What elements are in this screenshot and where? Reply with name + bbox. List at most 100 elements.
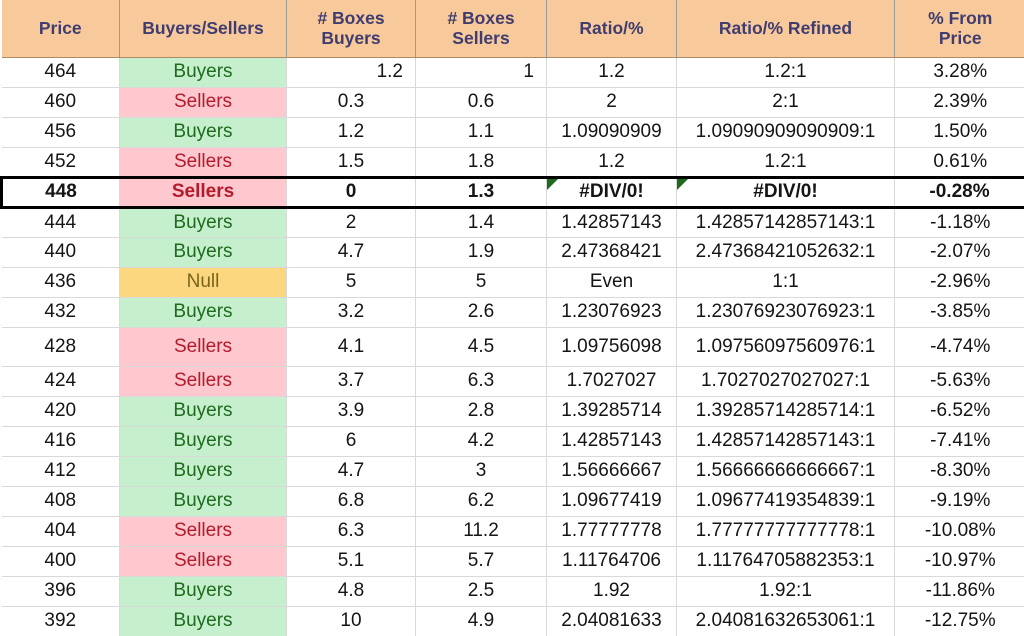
cell-pct-from-price[interactable]: -2.07% (895, 237, 1024, 267)
table-row[interactable]: 436Null55Even1:1-2.96% (2, 267, 1024, 297)
cell-price[interactable]: 456 (2, 117, 120, 147)
cell-ratio-pct-refined[interactable]: 2.47368421052632:1 (677, 237, 895, 267)
cell-ratio-pct[interactable]: 1.39285714 (547, 396, 677, 426)
cell-pct-from-price[interactable]: 1.50% (895, 117, 1024, 147)
cell-ratio-pct[interactable]: 1.09090909 (547, 117, 677, 147)
cell-ratio-pct-refined[interactable]: 2:1 (677, 87, 895, 117)
cell-boxes-buyers[interactable]: 6.8 (287, 486, 416, 516)
cell-pct-from-price[interactable]: -4.74% (895, 327, 1024, 366)
table-row[interactable]: 424Sellers3.76.31.70270271.7027027027027… (2, 366, 1024, 396)
cell-pct-from-price[interactable]: -6.52% (895, 396, 1024, 426)
cell-boxes-sellers[interactable]: 1 (416, 57, 547, 87)
cell-ratio-pct[interactable]: 1.09677419 (547, 486, 677, 516)
cell-boxes-sellers[interactable]: 6.3 (416, 366, 547, 396)
cell-price[interactable]: 420 (2, 396, 120, 426)
cell-ratio-pct-refined[interactable]: 1.2:1 (677, 57, 895, 87)
cell-boxes-buyers[interactable]: 4.8 (287, 576, 416, 606)
cell-price[interactable]: 432 (2, 297, 120, 327)
col-header-boxes-buyers[interactable]: # Boxes Buyers (287, 0, 416, 57)
cell-boxes-buyers[interactable]: 1.2 (287, 57, 416, 87)
cell-price[interactable]: 396 (2, 576, 120, 606)
cell-ratio-pct[interactable]: 1.7027027 (547, 366, 677, 396)
cell-pct-from-price[interactable]: -10.97% (895, 546, 1024, 576)
table-row[interactable]: 444Buyers21.41.428571431.42857142857143:… (2, 207, 1024, 237)
cell-price[interactable]: 400 (2, 546, 120, 576)
cell-price[interactable]: 460 (2, 87, 120, 117)
cell-boxes-buyers[interactable]: 4.7 (287, 456, 416, 486)
cell-pct-from-price[interactable]: -8.30% (895, 456, 1024, 486)
cell-ratio-pct-refined[interactable]: 1.09756097560976:1 (677, 327, 895, 366)
cell-ratio-pct[interactable]: 1.92 (547, 576, 677, 606)
cell-ratio-pct[interactable]: 1.2 (547, 147, 677, 177)
cell-ratio-pct-refined[interactable]: 1.7027027027027:1 (677, 366, 895, 396)
table-row[interactable]: 392Buyers104.92.040816332.04081632653061… (2, 606, 1024, 636)
cell-price[interactable]: 392 (2, 606, 120, 636)
cell-buyers-sellers[interactable]: Sellers (120, 87, 287, 117)
cell-boxes-sellers[interactable]: 1.4 (416, 207, 547, 237)
cell-ratio-pct-refined[interactable]: 1.23076923076923:1 (677, 297, 895, 327)
cell-buyers-sellers[interactable]: Sellers (120, 546, 287, 576)
cell-pct-from-price[interactable]: 0.61% (895, 147, 1024, 177)
table-row[interactable]: 428Sellers4.14.51.097560981.097560975609… (2, 327, 1024, 366)
cell-boxes-buyers[interactable]: 0 (287, 177, 416, 207)
cell-boxes-sellers[interactable]: 6.2 (416, 486, 547, 516)
cell-boxes-sellers[interactable]: 2.5 (416, 576, 547, 606)
cell-ratio-pct[interactable]: 1.09756098 (547, 327, 677, 366)
cell-buyers-sellers[interactable]: Buyers (120, 237, 287, 267)
col-header-buyers-sellers[interactable]: Buyers/Sellers (120, 0, 287, 57)
cell-ratio-pct[interactable]: 1.11764706 (547, 546, 677, 576)
cell-ratio-pct[interactable]: 1.42857143 (547, 426, 677, 456)
cell-ratio-pct-refined[interactable]: 1.92:1 (677, 576, 895, 606)
cell-price[interactable]: 416 (2, 426, 120, 456)
cell-ratio-pct-refined[interactable]: 1.42857142857143:1 (677, 426, 895, 456)
table-row[interactable]: 432Buyers3.22.61.230769231.2307692307692… (2, 297, 1024, 327)
cell-pct-from-price[interactable]: -2.96% (895, 267, 1024, 297)
cell-buyers-sellers[interactable]: Buyers (120, 117, 287, 147)
table-row[interactable]: 440Buyers4.71.92.473684212.4736842105263… (2, 237, 1024, 267)
cell-boxes-sellers[interactable]: 2.8 (416, 396, 547, 426)
cell-ratio-pct[interactable]: 2 (547, 87, 677, 117)
cell-boxes-sellers[interactable]: 1.8 (416, 147, 547, 177)
cell-ratio-pct[interactable]: 1.77777778 (547, 516, 677, 546)
cell-boxes-buyers[interactable]: 4.1 (287, 327, 416, 366)
cell-price[interactable]: 452 (2, 147, 120, 177)
cell-ratio-pct-refined[interactable]: 1.2:1 (677, 147, 895, 177)
cell-pct-from-price[interactable]: -12.75% (895, 606, 1024, 636)
cell-boxes-sellers[interactable]: 5.7 (416, 546, 547, 576)
table-row[interactable]: 400Sellers5.15.71.117647061.117647058823… (2, 546, 1024, 576)
cell-boxes-sellers[interactable]: 4.9 (416, 606, 547, 636)
cell-ratio-pct[interactable]: 1.42857143 (547, 207, 677, 237)
col-header-ratio-pct-refined[interactable]: Ratio/% Refined (677, 0, 895, 57)
cell-ratio-pct[interactable]: 2.04081633 (547, 606, 677, 636)
table-row[interactable]: 420Buyers3.92.81.392857141.3928571428571… (2, 396, 1024, 426)
table-row[interactable]: 456Buyers1.21.11.090909091.0909090909090… (2, 117, 1024, 147)
cell-ratio-pct-refined[interactable]: 1.09090909090909:1 (677, 117, 895, 147)
cell-buyers-sellers[interactable]: Buyers (120, 297, 287, 327)
cell-pct-from-price[interactable]: 2.39% (895, 87, 1024, 117)
cell-price[interactable]: 428 (2, 327, 120, 366)
cell-pct-from-price[interactable]: -0.28% (895, 177, 1024, 207)
cell-ratio-pct-refined[interactable]: 1.39285714285714:1 (677, 396, 895, 426)
cell-boxes-buyers[interactable]: 1.5 (287, 147, 416, 177)
cell-boxes-buyers[interactable]: 4.7 (287, 237, 416, 267)
cell-ratio-pct-refined[interactable]: #DIV/0! (677, 177, 895, 207)
cell-boxes-buyers[interactable]: 1.2 (287, 117, 416, 147)
cell-boxes-buyers[interactable]: 5 (287, 267, 416, 297)
cell-buyers-sellers[interactable]: Buyers (120, 396, 287, 426)
cell-price[interactable]: 444 (2, 207, 120, 237)
cell-boxes-sellers[interactable]: 2.6 (416, 297, 547, 327)
cell-buyers-sellers[interactable]: Sellers (120, 366, 287, 396)
cell-boxes-buyers[interactable]: 2 (287, 207, 416, 237)
cell-boxes-sellers[interactable]: 4.2 (416, 426, 547, 456)
cell-ratio-pct-refined[interactable]: 1:1 (677, 267, 895, 297)
table-row[interactable]: 408Buyers6.86.21.096774191.0967741935483… (2, 486, 1024, 516)
cell-boxes-sellers[interactable]: 1.1 (416, 117, 547, 147)
cell-price[interactable]: 436 (2, 267, 120, 297)
table-row[interactable]: 412Buyers4.731.566666671.56666666666667:… (2, 456, 1024, 486)
cell-ratio-pct-refined[interactable]: 2.04081632653061:1 (677, 606, 895, 636)
cell-pct-from-price[interactable]: -10.08% (895, 516, 1024, 546)
cell-ratio-pct-refined[interactable]: 1.56666666666667:1 (677, 456, 895, 486)
cell-pct-from-price[interactable]: -3.85% (895, 297, 1024, 327)
cell-ratio-pct-refined[interactable]: 1.42857142857143:1 (677, 207, 895, 237)
table-row[interactable]: 452Sellers1.51.81.21.2:10.61% (2, 147, 1024, 177)
